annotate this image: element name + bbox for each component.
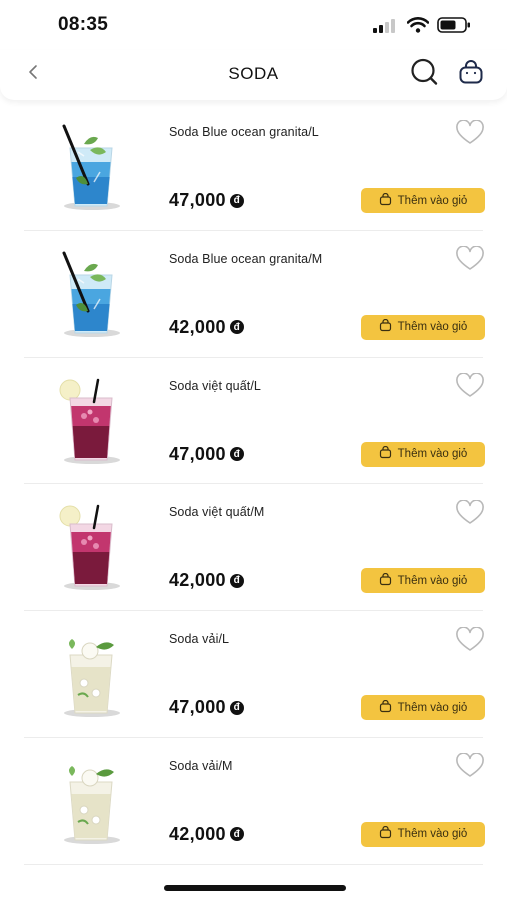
- product-name: Soda việt quất/L: [169, 378, 261, 393]
- add-to-cart-button[interactable]: Thêm vào giỏ: [361, 568, 485, 594]
- shopping-bag-icon: [379, 826, 392, 842]
- product-price: 42,000 đ: [169, 570, 244, 591]
- currency-badge: đ: [229, 320, 244, 335]
- add-to-cart-button[interactable]: Thêm vào giỏ: [361, 188, 485, 213]
- product-price: 42,000 đ: [169, 317, 244, 338]
- signal-icon: [373, 17, 399, 38]
- price-value: 42,000: [169, 316, 226, 337]
- favorite-button[interactable]: [455, 752, 485, 784]
- add-to-cart-button[interactable]: Thêm vào giỏ: [361, 441, 485, 467]
- status-icons: [373, 17, 471, 38]
- shopping-bag-icon: [379, 699, 392, 716]
- price-value: 47,000: [169, 443, 226, 464]
- search-button[interactable]: [408, 58, 440, 90]
- status-time: 08:35: [58, 14, 109, 35]
- product-name: Soda vải/M: [169, 758, 233, 773]
- heart-icon: [455, 626, 485, 658]
- currency-badge: đ: [229, 827, 244, 842]
- product-name: Soda Blue ocean granita/M: [169, 251, 323, 266]
- cart-button[interactable]: [455, 58, 487, 90]
- shopping-bag-icon: [379, 572, 392, 589]
- add-to-cart-button[interactable]: Thêm vào giỏ: [361, 314, 485, 340]
- product-image[interactable]: [50, 376, 126, 468]
- product-image[interactable]: [50, 249, 126, 341]
- add-to-cart-label: Thêm vào giỏ: [397, 701, 468, 714]
- shopping-bag-icon: [379, 446, 392, 462]
- shopping-bag-icon: [457, 58, 485, 91]
- add-to-cart-button[interactable]: Thêm vào giỏ: [361, 695, 485, 721]
- product-row[interactable]: Soda Blue ocean granita/L 47,000 đ Thêm vào…: [24, 104, 485, 231]
- product-image[interactable]: [50, 122, 126, 214]
- product-name: Soda Blue ocean granita/L: [169, 125, 319, 139]
- add-to-cart-label: Thêm vào giỏ: [397, 828, 468, 841]
- price-value: 42,000: [169, 823, 226, 844]
- heart-icon: [455, 752, 485, 784]
- favorite-button[interactable]: [455, 118, 485, 151]
- search-icon: [409, 57, 439, 92]
- add-to-cart-button[interactable]: Thêm vào giỏ: [361, 821, 485, 847]
- product-price: 47,000 đ: [169, 444, 244, 465]
- product-row[interactable]: Soda việt quất/M 42,000 đ Thêm vào giỏ: [24, 484, 485, 612]
- product-row[interactable]: Soda Blue ocean granita/M 42,000 đ Thêm vào…: [24, 231, 485, 358]
- favorite-button[interactable]: [455, 626, 485, 658]
- product-row[interactable]: Soda vải/M 42,000 đ Thêm vào giỏ: [24, 738, 485, 865]
- product-image[interactable]: [50, 629, 126, 721]
- price-value: 42,000: [169, 570, 226, 591]
- home-indicator: [164, 885, 346, 891]
- shopping-bag-icon: [379, 319, 392, 335]
- status-bar: 08:35: [0, 0, 507, 50]
- heart-icon: [455, 245, 485, 277]
- product-row[interactable]: Soda vải/L 47,000 đ Thêm vào giỏ: [24, 611, 485, 738]
- battery-icon: [437, 17, 471, 38]
- price-value: 47,000: [169, 697, 226, 718]
- wifi-icon: [406, 17, 430, 38]
- currency-badge: đ: [229, 193, 244, 208]
- add-to-cart-label: Thêm vào giỏ: [397, 448, 468, 461]
- currency-badge: đ: [229, 447, 244, 462]
- app-header: SODA: [0, 50, 507, 100]
- add-to-cart-label: Thêm vào giỏ: [397, 194, 468, 207]
- currency-badge: đ: [229, 573, 244, 588]
- add-to-cart-label: Thêm vào giỏ: [397, 574, 468, 587]
- shopping-bag-icon: [379, 192, 392, 209]
- product-name: Soda việt quất/M: [169, 505, 265, 520]
- product-row[interactable]: Soda việt quất/L 47,000 đ Thêm vào giỏ: [24, 358, 485, 485]
- heart-icon: [455, 118, 485, 151]
- product-image[interactable]: [50, 756, 126, 848]
- favorite-button[interactable]: [455, 499, 485, 531]
- product-price: 47,000 đ: [169, 697, 244, 718]
- product-name: Soda vải/L: [169, 632, 230, 647]
- product-price: 47,000 đ: [169, 190, 244, 211]
- product-price: 42,000 đ: [169, 824, 244, 845]
- product-list: Soda Blue ocean granita/L 47,000 đ Thêm vào…: [0, 104, 507, 865]
- favorite-button[interactable]: [455, 372, 485, 404]
- heart-icon: [455, 499, 485, 531]
- currency-badge: đ: [229, 700, 244, 715]
- price-value: 47,000: [169, 190, 226, 210]
- favorite-button[interactable]: [455, 245, 485, 277]
- heart-icon: [455, 372, 485, 404]
- product-image[interactable]: [50, 502, 126, 594]
- add-to-cart-label: Thêm vào giỏ: [397, 321, 468, 334]
